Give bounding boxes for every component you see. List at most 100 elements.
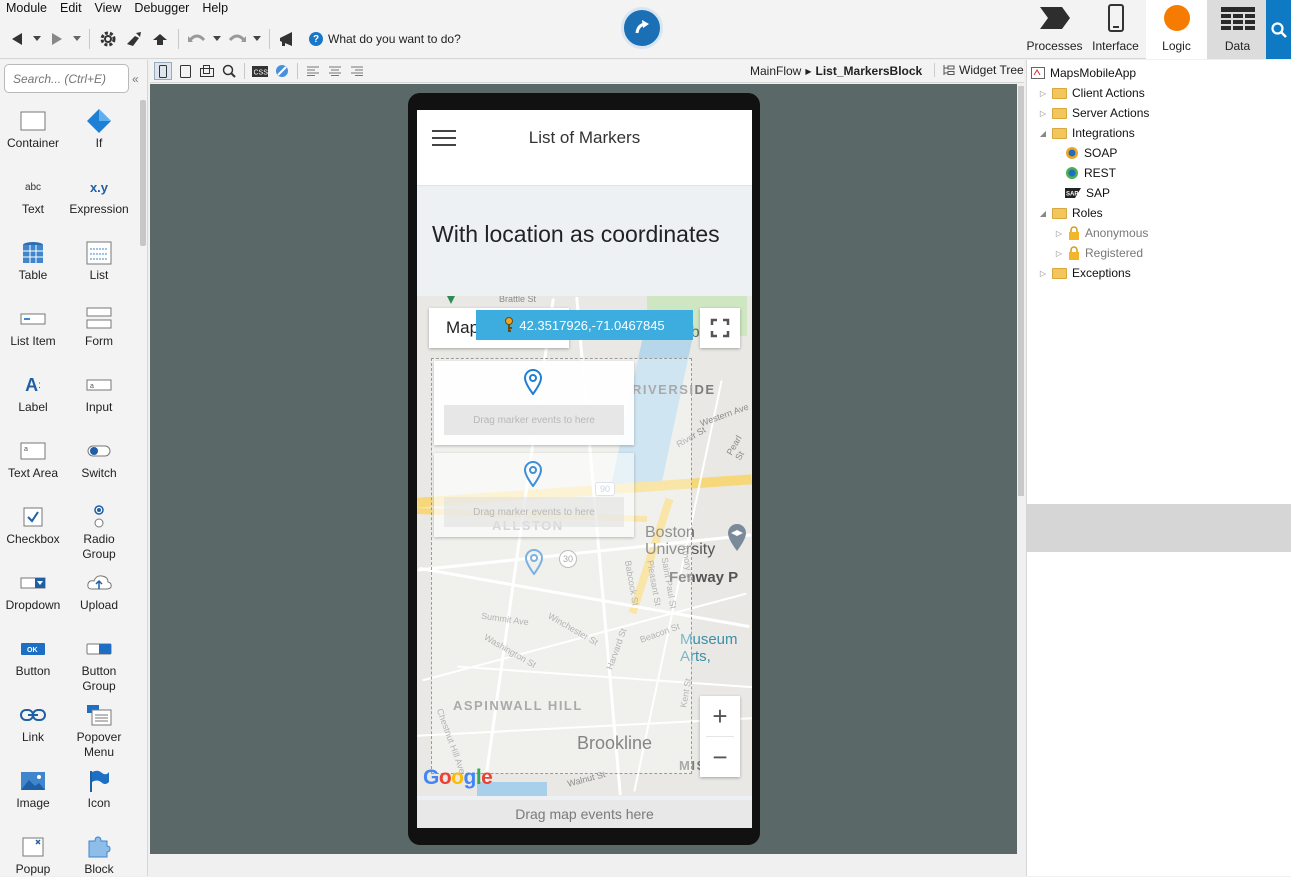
- widget-tree-button[interactable]: Widget Tree: [934, 63, 1024, 77]
- map-events-drop[interactable]: Drag map events here: [417, 800, 752, 828]
- megaphone-icon[interactable]: [277, 28, 299, 50]
- forward-dropdown-icon[interactable]: [72, 28, 82, 50]
- tab-data[interactable]: Data: [1207, 0, 1268, 59]
- zoom-out-button[interactable]: −: [700, 737, 740, 777]
- marker-events-drop[interactable]: Drag marker events to here: [444, 497, 624, 527]
- redo-dropdown-icon[interactable]: [252, 28, 262, 50]
- fullscreen-button[interactable]: [700, 308, 740, 348]
- widget-button[interactable]: OK Button: [0, 634, 66, 679]
- widget-tree-label: Widget Tree: [959, 63, 1024, 77]
- deploy-icon[interactable]: [149, 28, 171, 50]
- back-dropdown-icon[interactable]: [32, 28, 42, 50]
- menu-edit[interactable]: Edit: [54, 0, 89, 16]
- widget-text[interactable]: abc Text: [0, 172, 66, 217]
- tree-item-rest[interactable]: REST: [1065, 164, 1116, 182]
- widget-list[interactable]: List: [66, 238, 132, 283]
- tree-item-registered[interactable]: ▷ Registered: [1055, 244, 1143, 262]
- zoom-preview-icon[interactable]: [220, 62, 238, 80]
- expand-icon[interactable]: ▷: [1055, 229, 1063, 238]
- tree-item-exceptions[interactable]: ▷ Exceptions: [1039, 264, 1131, 282]
- expand-icon[interactable]: ▷: [1039, 269, 1047, 278]
- collapse-icon[interactable]: ◢: [1039, 209, 1047, 218]
- widget-container[interactable]: Container: [0, 106, 66, 151]
- rotate-icon[interactable]: [198, 62, 216, 80]
- marker-placeholder[interactable]: Drag marker events to here: [434, 361, 634, 445]
- breadcrumb-separator-icon: ▶: [805, 66, 812, 76]
- collapse-icon[interactable]: ◢: [1039, 129, 1047, 138]
- marker-placeholder[interactable]: Drag marker events to here: [434, 453, 634, 537]
- align-left-icon[interactable]: [304, 62, 322, 80]
- tree-item-roles[interactable]: ◢ Roles: [1039, 204, 1103, 222]
- toolbox-search-input[interactable]: [4, 64, 129, 93]
- widget-icon[interactable]: Icon: [66, 766, 132, 811]
- widget-dropdown[interactable]: Dropdown: [0, 568, 66, 613]
- tree-item-sap[interactable]: SAP SAP: [1065, 184, 1110, 202]
- tree-item-integrations[interactable]: ◢ Integrations: [1039, 124, 1135, 142]
- widget-popup[interactable]: Popup: [0, 832, 66, 877]
- undo-dropdown-icon[interactable]: [212, 28, 222, 50]
- menu-bar: Module Edit View Debugger Help: [0, 0, 235, 16]
- gear-icon[interactable]: [97, 28, 119, 50]
- tab-interface[interactable]: Interface: [1085, 0, 1146, 59]
- widget-if[interactable]: If: [66, 106, 132, 151]
- tab-processes[interactable]: Processes: [1024, 0, 1085, 59]
- help-search[interactable]: ? What do you want to do?: [309, 32, 461, 46]
- widget-popover-menu[interactable]: Popover Menu: [66, 700, 132, 760]
- tab-interface-label: Interface: [1092, 39, 1139, 53]
- widget-expression[interactable]: x.y Expression: [66, 172, 132, 217]
- tree-item-client-actions[interactable]: ▷ Client Actions: [1039, 84, 1145, 102]
- map-widget[interactable]: RIVERSIDE ALLSTON ASPINWALL HILL MIS Bro…: [417, 296, 752, 796]
- widget-switch[interactable]: Switch: [66, 436, 132, 481]
- marker-drop-area[interactable]: Drag marker events to here Drag marker e…: [431, 358, 692, 774]
- zoom-in-button[interactable]: +: [700, 696, 740, 736]
- css-icon[interactable]: CSS: [251, 62, 269, 80]
- global-search-button[interactable]: [1266, 0, 1291, 59]
- collapse-toolbox-icon[interactable]: «: [132, 72, 139, 86]
- widget-label[interactable]: A: Label: [0, 370, 66, 415]
- forward-icon[interactable]: [46, 28, 68, 50]
- widget-radio-group[interactable]: Radio Group: [66, 502, 132, 562]
- expand-icon[interactable]: ▷: [1039, 109, 1047, 118]
- back-icon[interactable]: [6, 28, 28, 50]
- phone-preview-icon[interactable]: [154, 62, 172, 80]
- widget-label: Button Group: [81, 664, 117, 693]
- redo-icon[interactable]: [226, 28, 248, 50]
- publish-button[interactable]: [621, 7, 663, 49]
- toolbox-scrollbar[interactable]: [140, 100, 146, 246]
- logic-icon: [1163, 5, 1190, 31]
- menu-view[interactable]: View: [89, 0, 129, 16]
- widget-upload[interactable]: Upload: [66, 568, 132, 613]
- align-center-icon[interactable]: [326, 62, 344, 80]
- scroll-thumb[interactable]: [1018, 86, 1024, 496]
- canvas-horizontal-scrollbar[interactable]: [150, 854, 1024, 876]
- widget-table[interactable]: Table: [0, 238, 66, 283]
- tab-logic[interactable]: Logic: [1146, 0, 1207, 59]
- tree-item-server-actions[interactable]: ▷ Server Actions: [1039, 104, 1149, 122]
- breadcrumb-screen[interactable]: List_MarkersBlock: [816, 64, 923, 78]
- tree-item-anonymous[interactable]: ▷ Anonymous: [1055, 224, 1148, 242]
- widget-image[interactable]: Image: [0, 766, 66, 811]
- widget-text-area[interactable]: a Text Area: [0, 436, 66, 481]
- tree-root[interactable]: MapsMobileApp: [1031, 64, 1136, 82]
- marker-events-drop[interactable]: Drag marker events to here: [444, 405, 624, 435]
- align-right-icon[interactable]: [348, 62, 366, 80]
- expand-icon[interactable]: ▷: [1039, 89, 1047, 98]
- menu-module[interactable]: Module: [0, 0, 54, 16]
- widget-checkbox[interactable]: Checkbox: [0, 502, 66, 547]
- expand-icon[interactable]: ▷: [1055, 249, 1063, 258]
- undo-icon[interactable]: [186, 28, 208, 50]
- widget-block[interactable]: Block: [66, 832, 132, 877]
- tablet-preview-icon[interactable]: [176, 62, 194, 80]
- widget-link[interactable]: Link: [0, 700, 66, 745]
- widget-list-item[interactable]: List Item: [0, 304, 66, 349]
- theme-icon[interactable]: [273, 62, 291, 80]
- widget-input[interactable]: a Input: [66, 370, 132, 415]
- canvas-vertical-scrollbar[interactable]: [1017, 84, 1025, 854]
- tree-item-soap[interactable]: SOAP: [1065, 144, 1117, 162]
- debug-icon[interactable]: [123, 28, 145, 50]
- menu-help[interactable]: Help: [196, 0, 235, 16]
- breadcrumb-flow[interactable]: MainFlow: [750, 64, 801, 78]
- widget-form[interactable]: Form: [66, 304, 132, 349]
- menu-debugger[interactable]: Debugger: [128, 0, 196, 16]
- widget-button-group[interactable]: Button Group: [66, 634, 132, 694]
